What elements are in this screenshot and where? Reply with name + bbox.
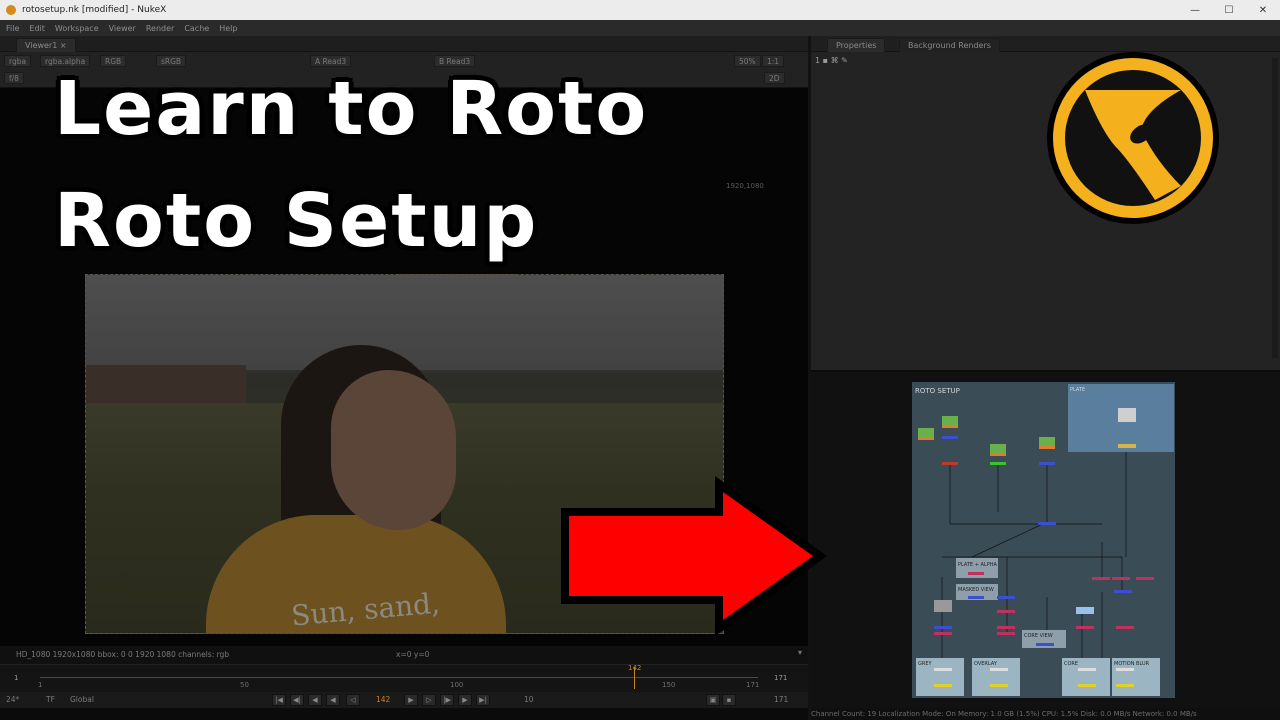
menu-bar: File Edit Workspace Viewer Render Cache … [0,20,1280,36]
menu-viewer[interactable]: Viewer [109,24,136,33]
menu-workspace[interactable]: Workspace [55,24,99,33]
node-plate-alpha: PLATE + ALPHA [958,562,998,568]
flipbook-icon[interactable]: ▣ [706,694,720,706]
tab-background-renders[interactable]: Background Renders [899,38,1000,52]
zoom-dropdown[interactable]: 50% [734,55,761,67]
tick-label: 150 [662,681,676,689]
timeline[interactable]: 1 1 50 100 150 171 142 171 [0,664,808,692]
next-button[interactable]: ▶ [458,694,472,706]
tab-properties[interactable]: Properties [827,38,886,52]
last-frame-button[interactable]: ▶| [476,694,490,706]
backdrop-plate: PLATE [1070,387,1085,393]
float-icon[interactable]: ⌘ [831,56,839,65]
viewer-tabbar: Viewer1 × [0,36,808,52]
menu-cache[interactable]: Cache [184,24,209,33]
playback-controls: 24* TF Global |◀ ◀| ◀ ◀ ◁ 142 ▶ ▷ |▶ ▶ ▶… [0,692,808,708]
view-mode-dropdown[interactable]: 2D [764,72,785,84]
first-frame-button[interactable]: |◀ [272,694,286,706]
play-backward-button[interactable]: ◀ [326,694,340,706]
red-arrow-icon [561,476,827,636]
window-titlebar: rotosetup.nk [modified] - NukeX — ☐ ✕ [0,0,1280,20]
tab-viewer1[interactable]: Viewer1 × [16,38,76,52]
channels-dropdown[interactable]: rgba [4,55,32,67]
scope-dropdown[interactable]: Global [70,695,94,704]
window-title: rotosetup.nk [modified] - NukeX [22,5,167,15]
menu-file[interactable]: File [6,24,19,33]
out-frame[interactable]: 171 [774,674,787,682]
lock-icon[interactable]: ▪ [722,694,736,706]
backdrop-motion-blur: MOTION BLUR [1114,661,1150,667]
timeline-ruler[interactable] [40,677,758,678]
step-field[interactable]: 10 [524,695,534,704]
max-panels-field[interactable]: 1 [815,56,820,65]
step-back-button[interactable]: ◀ [308,694,322,706]
menu-help[interactable]: Help [219,24,237,33]
tick-label: 100 [450,681,464,689]
next-keyframe-button[interactable]: |▶ [440,694,454,706]
tick-label: 50 [240,681,249,689]
node-core-view: CORE VIEW [1024,633,1053,639]
menu-render[interactable]: Render [146,24,174,33]
tick-label: 1 [38,681,43,689]
headline-learn-to-roto: Learn to Roto [54,66,649,152]
in-frame[interactable]: 1 [14,674,18,682]
fps-field[interactable]: 24* [6,695,19,704]
current-frame-field[interactable]: 142 [376,695,390,704]
pencil-icon[interactable]: ✎ [841,56,848,65]
close-button[interactable]: ✕ [1246,5,1280,16]
format-info: HD_1080 1920x1080 bbox: 0 0 1920 1080 ch… [16,650,230,659]
properties-scrollbar[interactable] [1272,58,1278,358]
roto-setup-node-graph: ROTO SETUP PLATE PLATE + ALPHA MASKED VI… [912,382,1175,698]
fstop-control[interactable]: f/8 [4,72,24,84]
backdrop-grey: GREY [918,661,933,667]
node-masked-view: MASKED VIEW [958,587,994,593]
close-tab-icon[interactable]: × [60,41,67,50]
format-label: 1920,1080 [726,182,764,190]
tf-dropdown[interactable]: TF [46,695,55,704]
prev-keyframe-button[interactable]: ◀| [290,694,304,706]
menu-edit[interactable]: Edit [29,24,45,33]
backdrop-overlay: OVERLAY [974,661,998,667]
step-forward-button[interactable]: ▷ [422,694,436,706]
pixel-coords: x=0 y=0 [396,650,430,659]
minimize-button[interactable]: — [1178,5,1212,16]
lock-icon[interactable]: ▪ [823,56,828,65]
expand-info-icon[interactable]: ▾ [798,648,802,657]
backdrop-core: CORE [1064,661,1078,667]
ratio-dropdown[interactable]: 1:1 [762,55,785,67]
play-forward-button[interactable]: ▶ [404,694,418,706]
end-frame-field[interactable]: 171 [774,695,788,704]
tick-label: 171 [746,681,760,689]
playhead-frame: 142 [628,664,642,672]
tab-viewer1-label: Viewer1 [25,41,58,50]
nuke-app-icon [6,5,16,15]
viewer-info-bar: HD_1080 1920x1080 bbox: 0 0 1920 1080 ch… [0,646,808,664]
status-bar: Channel Count: 19 Localization Mode: On … [811,708,1280,720]
nuke-logo-icon [1047,52,1219,224]
backdrop-roto-setup: ROTO SETUP [915,387,960,395]
maximize-button[interactable]: ☐ [1212,5,1246,16]
play-back-button[interactable]: ◁ [346,694,360,706]
headline-roto-setup: Roto Setup [54,178,539,264]
